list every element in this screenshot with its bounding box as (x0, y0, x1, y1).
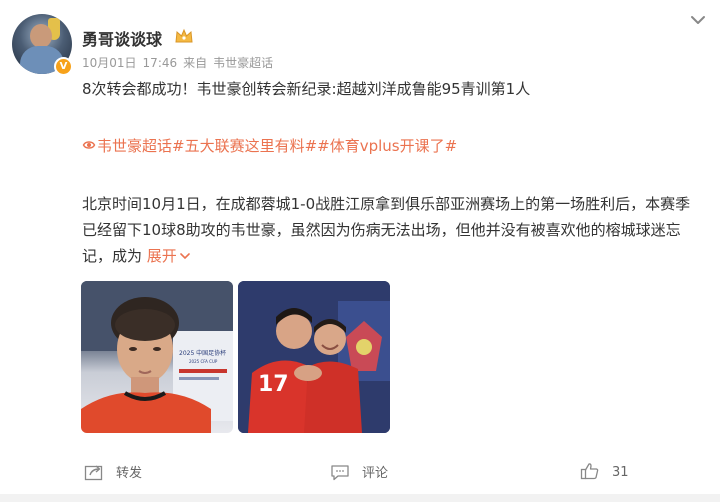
topic-icon (82, 141, 96, 149)
divider (0, 494, 720, 502)
tag-hashtag[interactable]: #体育vplus开课了# (317, 137, 457, 155)
jersey-number: 17 (258, 372, 289, 397)
post-image[interactable]: 2025 中国足协杯 2025 CFA CUP (81, 281, 233, 433)
share-icon (84, 465, 103, 481)
chevron-down-icon (180, 253, 190, 260)
comment-label: 评论 (362, 466, 389, 481)
comment-icon (331, 465, 349, 481)
tag-super-topic[interactable]: 韦世豪超话 (97, 137, 172, 155)
repost-label: 转发 (116, 466, 143, 481)
celebration-image: 17 (238, 281, 390, 433)
post-meta: 10月01日 17:46 来自 韦世豪超话 (82, 54, 279, 71)
post-image[interactable]: 17 (238, 281, 390, 433)
like-count: 31 (612, 465, 629, 480)
thumbs-up-icon (580, 463, 599, 480)
post-time: 17:46 (142, 56, 178, 70)
comment-button[interactable]: 评论 (330, 462, 388, 481)
tag-line: 韦世豪超话#五大联赛这里有料##体育vplus开课了# (82, 135, 457, 156)
source-prefix: 来自 (183, 56, 208, 70)
repost-button[interactable]: 转发 (84, 462, 142, 481)
avatar-head (30, 24, 52, 48)
post-date[interactable]: 10月01日 (82, 56, 137, 70)
player-portrait-image: 2025 中国足协杯 2025 CFA CUP (81, 281, 233, 433)
backdrop-text: 2025 CFA CUP (189, 359, 218, 364)
crown-icon (175, 28, 193, 43)
like-button[interactable]: 31 (580, 462, 629, 480)
author-name[interactable]: 勇哥谈谈球 (82, 26, 162, 50)
post-title: 8次转会都成功！韦世豪创转会新纪录:超越刘洋成鲁能95青训第1人 (82, 80, 531, 98)
source-link[interactable]: 韦世豪超话 (213, 56, 273, 70)
tag-hashtag[interactable]: #五大联赛这里有料# (172, 137, 317, 155)
verified-badge-icon: V (54, 57, 73, 76)
chevron-down-icon[interactable] (688, 10, 708, 30)
expand-link[interactable]: 展开 (147, 247, 191, 265)
backdrop-text: 2025 中国足协杯 (179, 349, 226, 357)
post-body: 北京时间10月1日，在成都蓉城1-0战胜江原拿到俱乐部亚洲赛场上的第一场胜利后，… (82, 191, 702, 269)
